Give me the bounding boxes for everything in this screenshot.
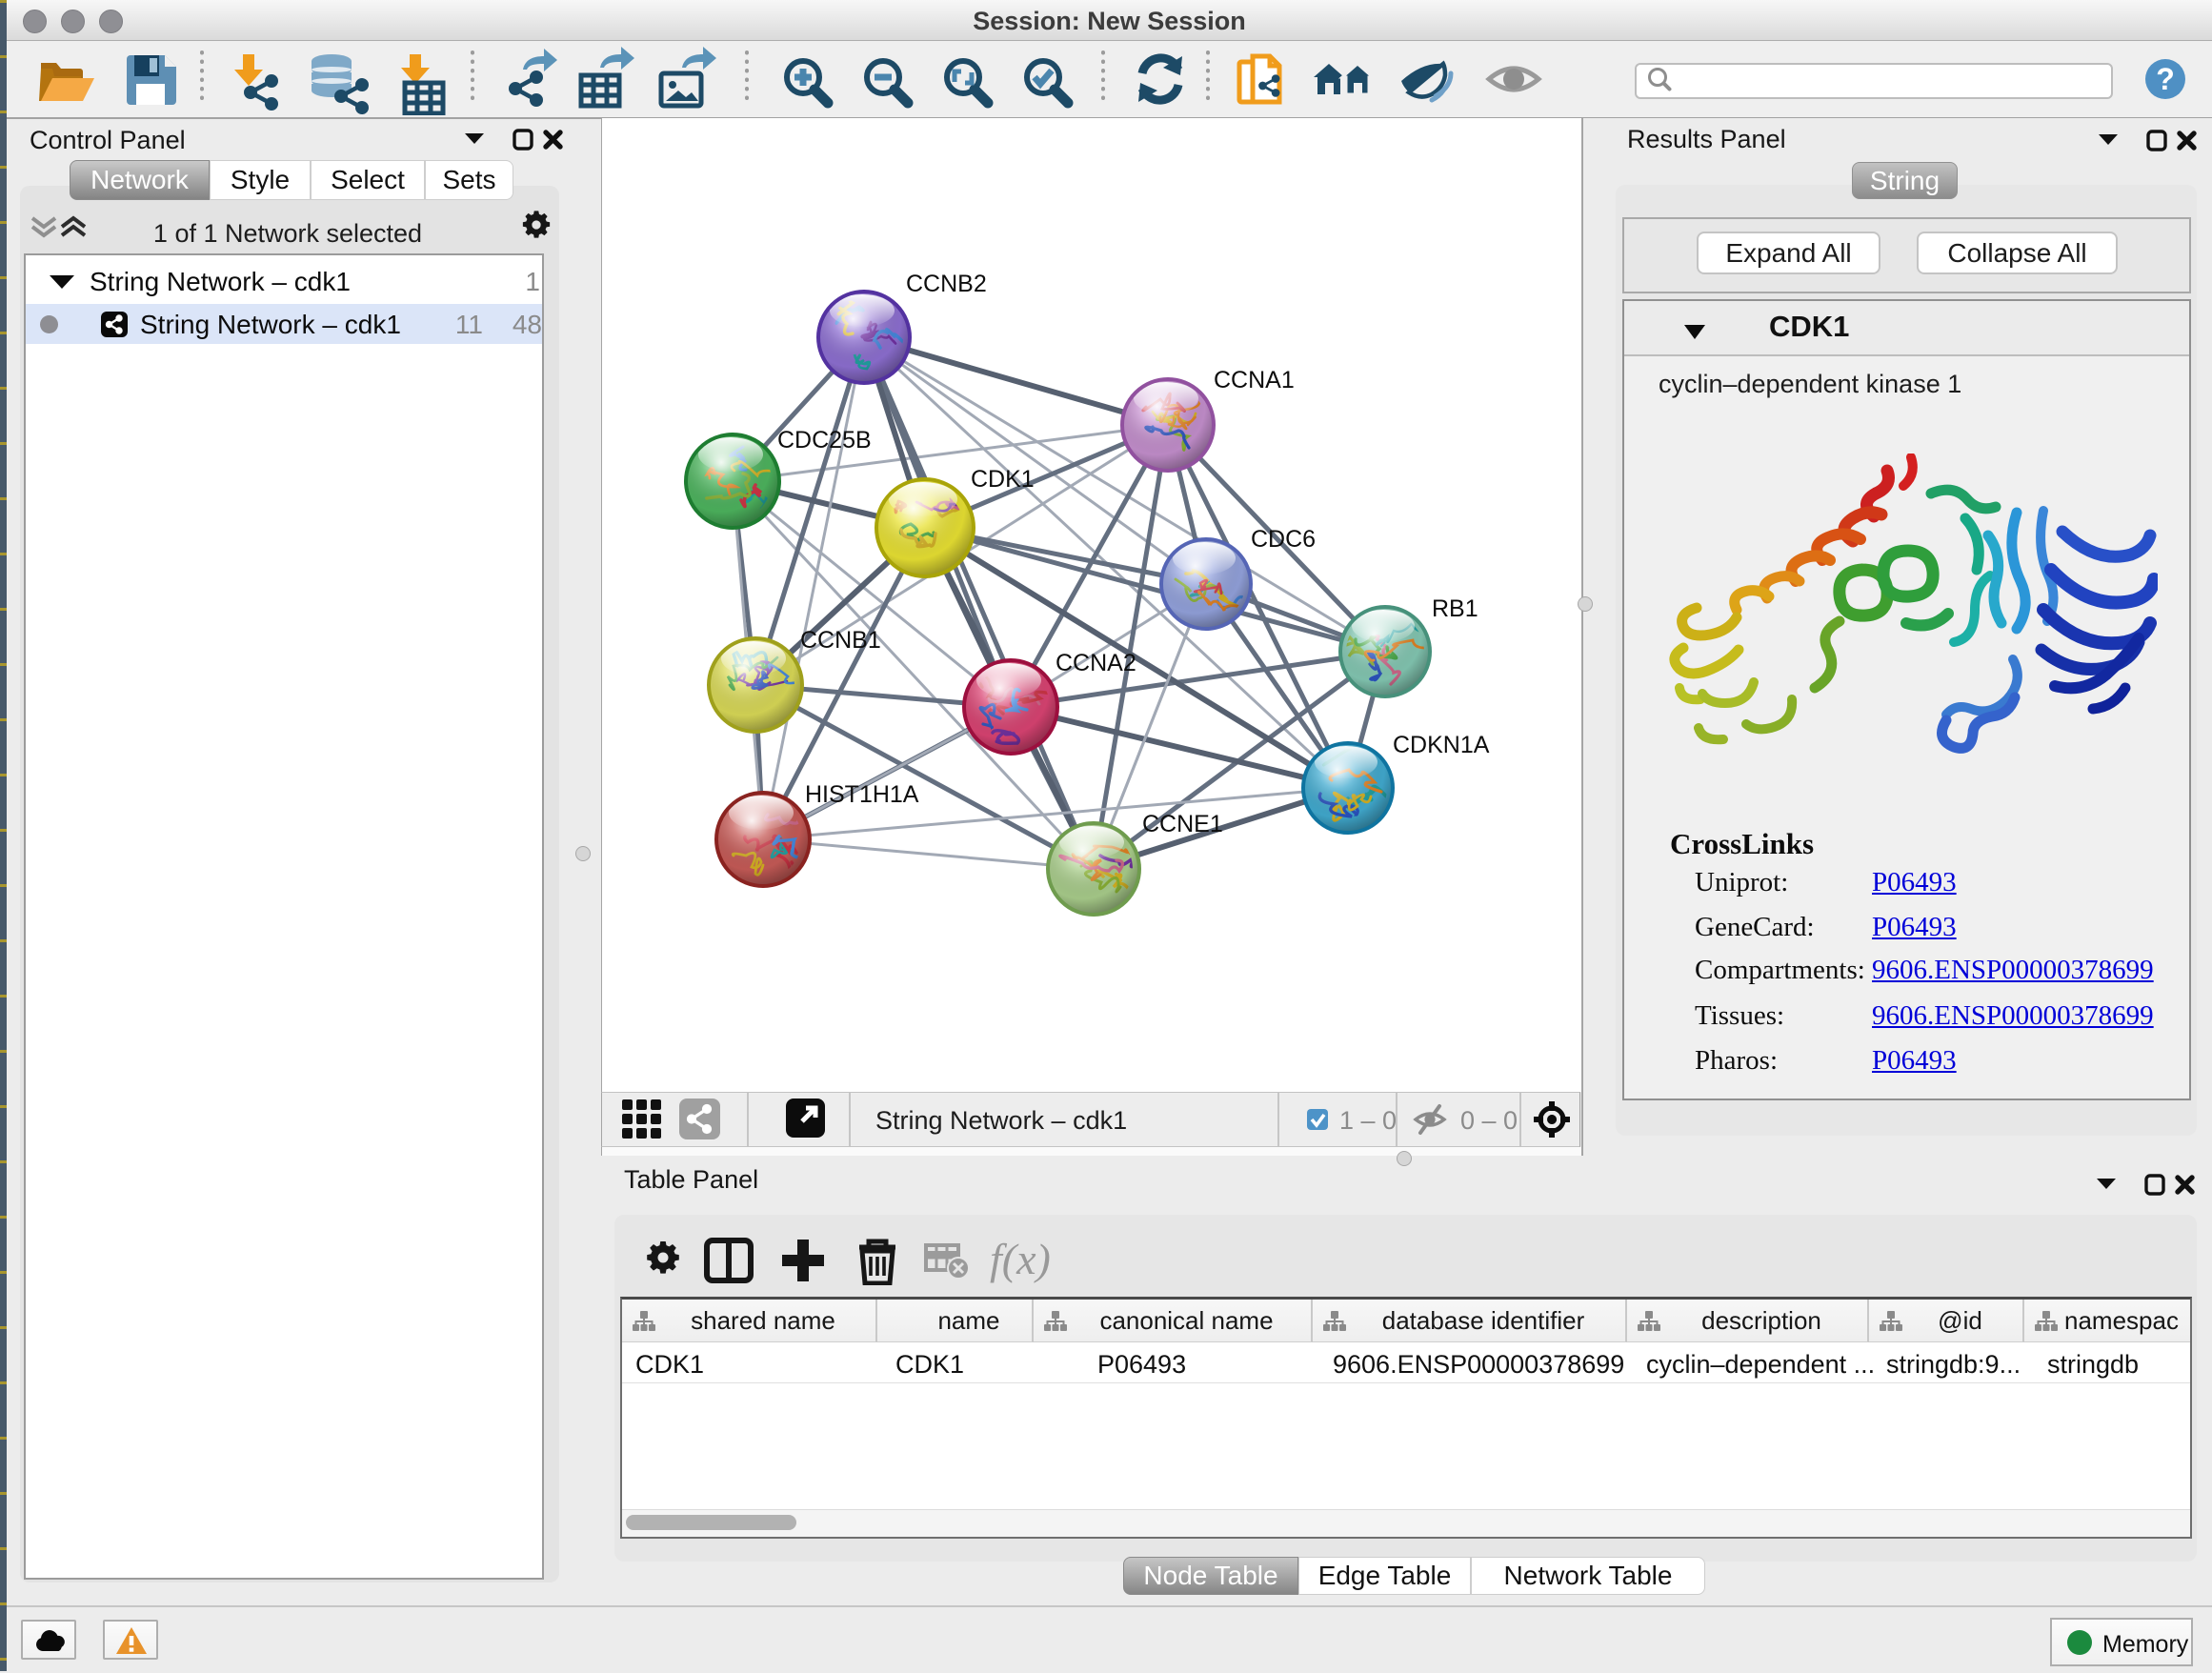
svg-text:CDKN1A: CDKN1A bbox=[1393, 732, 1490, 758]
svg-text:HIST1H1A: HIST1H1A bbox=[805, 781, 919, 808]
svg-text:CCNA2: CCNA2 bbox=[1056, 650, 1136, 676]
svg-text:CDK1: CDK1 bbox=[971, 466, 1035, 493]
svg-text:String Network – cdk1: String Network – cdk1 bbox=[875, 1106, 1127, 1135]
svg-text:CCNA1: CCNA1 bbox=[1214, 367, 1295, 393]
svg-text:CCNB2: CCNB2 bbox=[906, 271, 987, 297]
svg-text:CCNB1: CCNB1 bbox=[800, 627, 881, 654]
svg-text:CDC6: CDC6 bbox=[1251, 526, 1316, 553]
svg-text:1 – 0: 1 – 0 bbox=[1339, 1106, 1397, 1135]
svg-text:0 – 0: 0 – 0 bbox=[1460, 1106, 1518, 1135]
svg-text:f(x): f(x) bbox=[990, 1236, 1051, 1283]
svg-text:RB1: RB1 bbox=[1432, 595, 1478, 622]
svg-text:CDC25B: CDC25B bbox=[777, 427, 872, 454]
svg-text:?: ? bbox=[2156, 62, 2175, 96]
svg-text:CCNE1: CCNE1 bbox=[1142, 811, 1223, 837]
